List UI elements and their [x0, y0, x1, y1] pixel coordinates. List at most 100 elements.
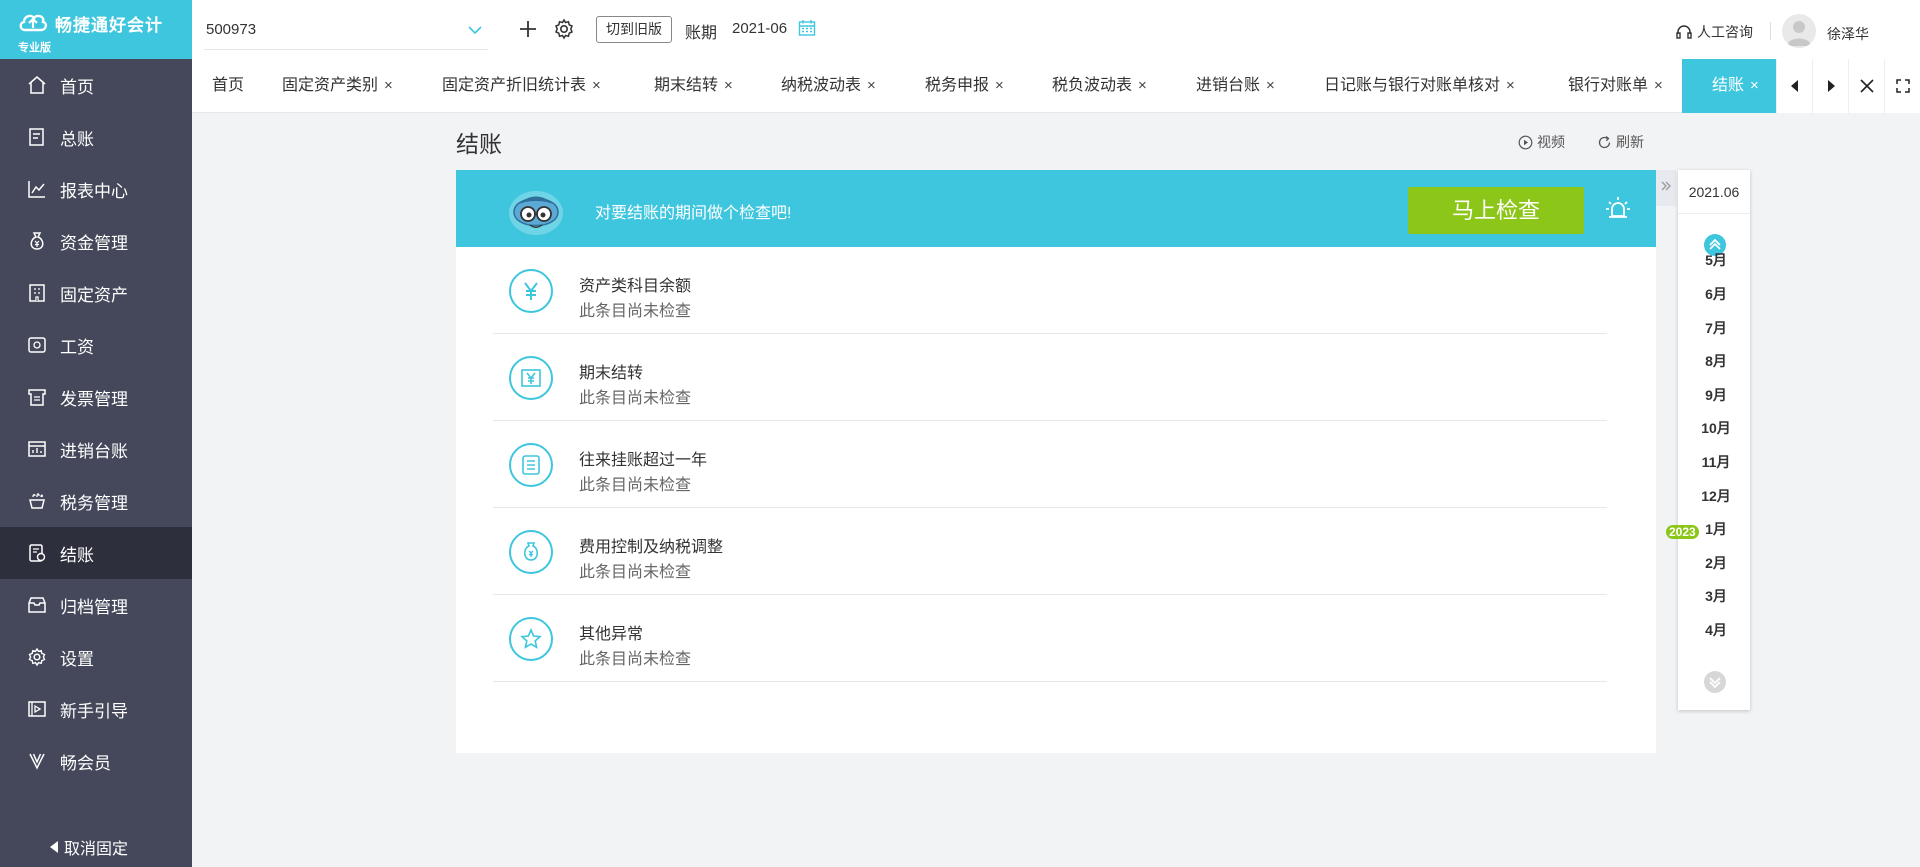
yen-icon: [509, 269, 553, 313]
sidebar-item-salary[interactable]: 工资: [0, 319, 192, 371]
banner-text: 对要结账的期间做个检查吧!: [595, 205, 792, 222]
tab-tax-burden[interactable]: 税负波动表 ×: [1052, 59, 1147, 113]
avatar[interactable]: [1782, 14, 1816, 48]
month-item[interactable]: 9月: [1678, 385, 1754, 405]
tab-tax-fluctuation[interactable]: 纳税波动表 ×: [781, 59, 876, 113]
sidebar-item-label: 工资: [60, 337, 94, 357]
close-icon[interactable]: ×: [1138, 77, 1147, 94]
refresh-link[interactable]: 刷新: [1597, 132, 1644, 152]
close-icon[interactable]: ×: [867, 77, 876, 94]
close-icon[interactable]: ×: [1506, 77, 1515, 94]
close-icon[interactable]: ×: [1654, 77, 1663, 94]
alarm-light-icon: [1606, 197, 1630, 218]
month-item[interactable]: 6月: [1678, 284, 1754, 304]
sidebar-item-guide[interactable]: 新手引导: [0, 683, 192, 735]
month-item[interactable]: 12月: [1678, 486, 1754, 506]
sidebar-item-fixed-assets[interactable]: 固定资产: [0, 267, 192, 319]
check-item: 资产类科目余额 此条目尚未检查: [493, 247, 1607, 334]
sidebar-item-label: 进销台账: [60, 441, 128, 461]
guide-icon: [28, 701, 46, 717]
check-item: 往来挂账超过一年 此条目尚未检查: [493, 421, 1607, 508]
sidebar-item-label: 结账: [60, 545, 94, 565]
video-link[interactable]: 视频: [1518, 132, 1565, 152]
month-item[interactable]: 8月: [1678, 351, 1754, 371]
close-all-tabs-button[interactable]: [1848, 59, 1884, 113]
sidebar: 首页 总账 报表中心 资金管理 固定资产 工资 发票管理 进销台账 税务管理 结…: [0, 59, 192, 867]
consult-link[interactable]: 人工咨询: [1675, 22, 1753, 42]
close-icon[interactable]: ×: [384, 77, 393, 94]
headset-icon: [1676, 25, 1692, 39]
sidebar-item-closing[interactable]: 结账: [0, 527, 192, 579]
check-item-status: 此条目尚未检查: [579, 564, 692, 581]
play-circle-icon: [1518, 135, 1533, 149]
check-now-button[interactable]: 马上检查: [1408, 187, 1584, 234]
page-title: 结账: [456, 131, 502, 157]
check-item-status: 此条目尚未检查: [579, 651, 692, 668]
sidebar-item-home[interactable]: 首页: [0, 59, 192, 111]
caret-left-icon: [1790, 80, 1798, 92]
username[interactable]: 徐泽华: [1827, 24, 1869, 44]
period-value[interactable]: 2021-06: [732, 20, 787, 37]
month-item[interactable]: 5月: [1678, 250, 1754, 270]
sidebar-item-vip[interactable]: 畅会员: [0, 735, 192, 787]
video-label: 视频: [1537, 134, 1565, 150]
money-bag-icon: [30, 232, 44, 250]
collapse-panel-button[interactable]: [1656, 170, 1676, 206]
tab-closing[interactable]: 结账 ×: [1682, 59, 1776, 113]
home-icon: [28, 76, 46, 94]
scroll-tabs-right-button[interactable]: [1812, 59, 1848, 113]
tab-label: 进销台账: [1196, 77, 1261, 94]
switch-old-version-button[interactable]: 切到旧版: [596, 16, 672, 43]
current-period: 2021.06: [1678, 170, 1750, 214]
sidebar-item-settings[interactable]: 设置: [0, 631, 192, 683]
yen-document-icon: [509, 356, 553, 400]
month-item[interactable]: 2月: [1678, 553, 1754, 573]
month-item[interactable]: 7月: [1678, 318, 1754, 338]
month-selector-panel: 2021.06 5月 6月 7月 8月 9月 10月 11月 12月 1月 2月…: [1678, 170, 1750, 710]
tab-bank-statement[interactable]: 银行对账单 ×: [1568, 59, 1663, 113]
close-icon[interactable]: ×: [995, 77, 1004, 94]
tab-fixed-asset-category[interactable]: 固定资产类别 ×: [282, 59, 393, 113]
sidebar-item-archive[interactable]: 归档管理: [0, 579, 192, 631]
sidebar-item-label: 固定资产: [60, 285, 128, 305]
sidebar-item-reports[interactable]: 报表中心: [0, 163, 192, 215]
close-icon[interactable]: ×: [1266, 77, 1275, 94]
unpin-sidebar-button[interactable]: 取消固定: [48, 835, 128, 859]
tab-inventory-ledger[interactable]: 进销台账 ×: [1196, 59, 1275, 113]
close-icon[interactable]: ×: [724, 77, 733, 94]
company-selector[interactable]: 500973: [204, 10, 488, 50]
period-label: 账期: [685, 25, 718, 42]
check-item: 期末结转 此条目尚未检查: [493, 334, 1607, 421]
add-icon[interactable]: [516, 17, 540, 41]
close-icon[interactable]: ×: [1750, 77, 1759, 94]
tab-depreciation-report[interactable]: 固定资产折旧统计表 ×: [442, 59, 601, 113]
sidebar-item-funds[interactable]: 资金管理: [0, 215, 192, 267]
month-item[interactable]: 4月: [1678, 620, 1754, 640]
tab-home[interactable]: 首页: [212, 59, 244, 113]
tab-tax-filing[interactable]: 税务申报 ×: [925, 59, 1004, 113]
scroll-down-button[interactable]: [1704, 671, 1726, 693]
closing-check-card: 对要结账的期间做个检查吧! 马上检查 资产类科目余额 此条目尚未检查 期末结转 …: [456, 170, 1656, 753]
sidebar-item-ledger[interactable]: 总账: [0, 111, 192, 163]
fullscreen-button[interactable]: [1884, 59, 1920, 113]
list-document-icon: [509, 443, 553, 487]
month-item[interactable]: 11月: [1678, 452, 1754, 472]
calendar-icon[interactable]: [798, 19, 816, 37]
sidebar-item-inventory[interactable]: 进销台账: [0, 423, 192, 475]
month-item[interactable]: 3月: [1678, 586, 1754, 606]
scroll-tabs-left-button[interactable]: [1776, 59, 1812, 113]
month-item[interactable]: 10月: [1678, 418, 1754, 438]
tab-label: 结账: [1712, 77, 1745, 94]
archive-icon: [28, 597, 46, 613]
gear-icon[interactable]: [552, 17, 576, 41]
sidebar-item-invoices[interactable]: 发票管理: [0, 371, 192, 423]
sidebar-item-tax[interactable]: 税务管理: [0, 475, 192, 527]
unpin-label: 取消固定: [64, 841, 129, 858]
invoice-icon: [28, 389, 46, 406]
close-icon[interactable]: ×: [592, 77, 601, 94]
ledger-icon: [29, 128, 44, 146]
sidebar-item-label: 总账: [60, 129, 94, 149]
salary-icon: [28, 337, 46, 353]
tab-journal-reconcile[interactable]: 日记账与银行对账单核对 ×: [1324, 59, 1515, 113]
tab-period-end-transfer[interactable]: 期末结转 ×: [654, 59, 733, 113]
